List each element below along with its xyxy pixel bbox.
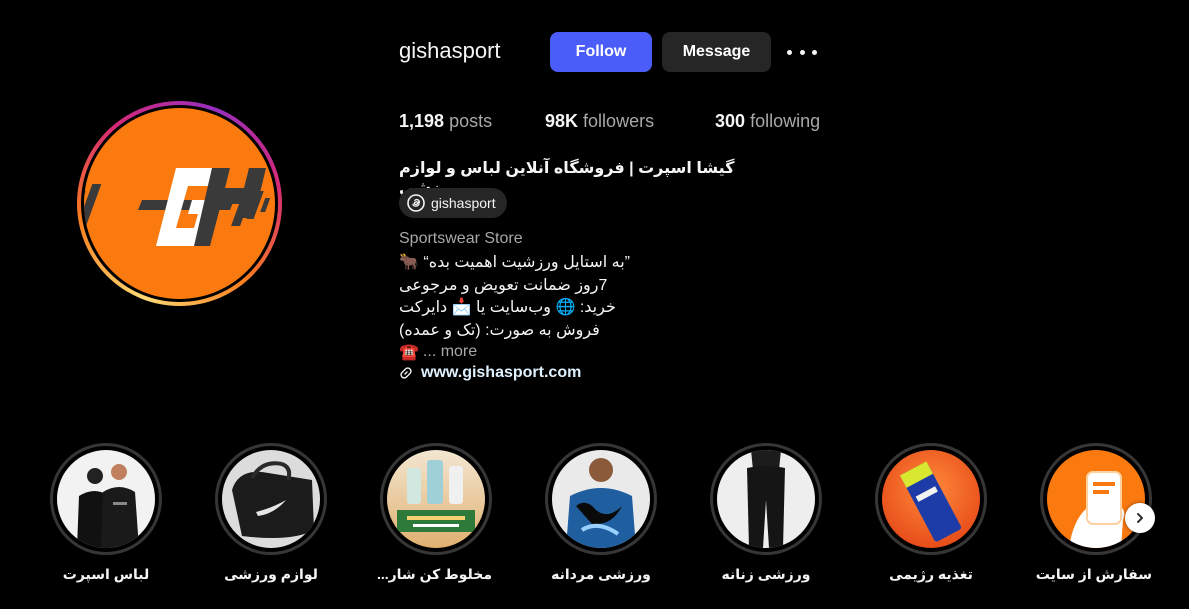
threads-badge[interactable]: gishasport bbox=[399, 188, 507, 218]
highlight-label: مخلوط کن شار... bbox=[376, 566, 492, 582]
chevron-right-icon bbox=[1137, 513, 1143, 523]
following-count: 300 bbox=[715, 111, 746, 131]
highlight-ring[interactable] bbox=[545, 443, 657, 555]
bio-more-row: ☎️ ... more bbox=[399, 342, 477, 362]
website-url: www.gishasport.com bbox=[421, 364, 582, 381]
posts-stat: 1,198 posts bbox=[399, 111, 492, 132]
highlight-item[interactable]: تغذیه رژیمی bbox=[875, 443, 987, 583]
highlight-ring[interactable] bbox=[215, 443, 327, 555]
username: gishasport bbox=[399, 38, 501, 63]
more-options-icon[interactable] bbox=[787, 40, 817, 64]
highlight-label: ورزشی مردانه bbox=[551, 566, 651, 582]
highlight-ring[interactable] bbox=[380, 443, 492, 555]
highlight-item[interactable]: مخلوط کن شار... bbox=[376, 443, 492, 583]
highlight-item[interactable]: ورزشی مردانه bbox=[545, 443, 657, 583]
highlight-label: لوازم ورزشی bbox=[224, 566, 318, 582]
highlight-cover-nutrition bbox=[882, 450, 980, 548]
highlight-item[interactable]: لوازم ورزشی bbox=[215, 443, 327, 583]
bio-more-link[interactable]: ... more bbox=[423, 343, 477, 361]
avatar bbox=[84, 108, 275, 299]
followers-stat[interactable]: 98K followers bbox=[545, 111, 654, 132]
highlight-label: سفارش از سایت bbox=[1035, 566, 1152, 582]
highlight-cover-equipment bbox=[222, 450, 320, 548]
highlight-ring[interactable] bbox=[50, 443, 162, 555]
followers-label: followers bbox=[583, 111, 655, 131]
follow-button[interactable]: Follow bbox=[550, 32, 652, 72]
website-link[interactable]: www.gishasport.com bbox=[399, 364, 581, 382]
message-button[interactable]: Message bbox=[662, 32, 771, 72]
highlight-ring[interactable] bbox=[710, 443, 822, 555]
highlight-cover-women bbox=[717, 450, 815, 548]
avatar-border bbox=[81, 105, 278, 302]
highlight-label: لباس اسپرت bbox=[62, 566, 150, 582]
telephone-emoji: ☎️ bbox=[399, 344, 419, 361]
highlight-cover-blender bbox=[387, 450, 485, 548]
followers-count: 98K bbox=[545, 111, 579, 131]
highlight-label: ورزشی زنانه bbox=[721, 566, 811, 582]
link-icon bbox=[400, 367, 412, 379]
highlight-cover-order bbox=[1047, 450, 1145, 548]
gishasport-logo-icon bbox=[84, 168, 271, 246]
following-stat[interactable]: 300 following bbox=[715, 111, 820, 132]
bio-line-1: ”به استایل ورزشیت اهمیت بده“ 🐂 bbox=[399, 254, 630, 271]
highlight-item[interactable]: لباس اسپرت bbox=[50, 443, 162, 583]
highlight-item[interactable]: ورزشی زنانه bbox=[710, 443, 822, 583]
highlight-cover-men bbox=[552, 450, 650, 548]
bio-line-2: 7روز ضمانت تعویض و مرجوعی bbox=[399, 277, 608, 294]
highlight-ring[interactable] bbox=[875, 443, 987, 555]
posts-label: posts bbox=[449, 111, 493, 131]
highlight-ring[interactable] bbox=[1040, 443, 1152, 555]
highlight-cover-sportswear bbox=[57, 450, 155, 548]
bio-line-3: خرید: 🌐 وب‌سایت یا 📩 دایرکت bbox=[399, 299, 616, 316]
following-label: following bbox=[750, 111, 821, 131]
posts-count: 1,198 bbox=[399, 111, 445, 131]
profile-category: Sportswear Store bbox=[399, 230, 523, 247]
threads-handle: gishasport bbox=[431, 195, 496, 211]
profile-avatar-ring[interactable] bbox=[77, 101, 282, 306]
highlight-label: تغذیه رژیمی bbox=[889, 566, 973, 582]
bio-line-4: فروش به صورت: (تک و عمده) bbox=[399, 322, 600, 339]
highlights-next-button[interactable] bbox=[1125, 503, 1155, 533]
threads-icon bbox=[407, 194, 425, 212]
